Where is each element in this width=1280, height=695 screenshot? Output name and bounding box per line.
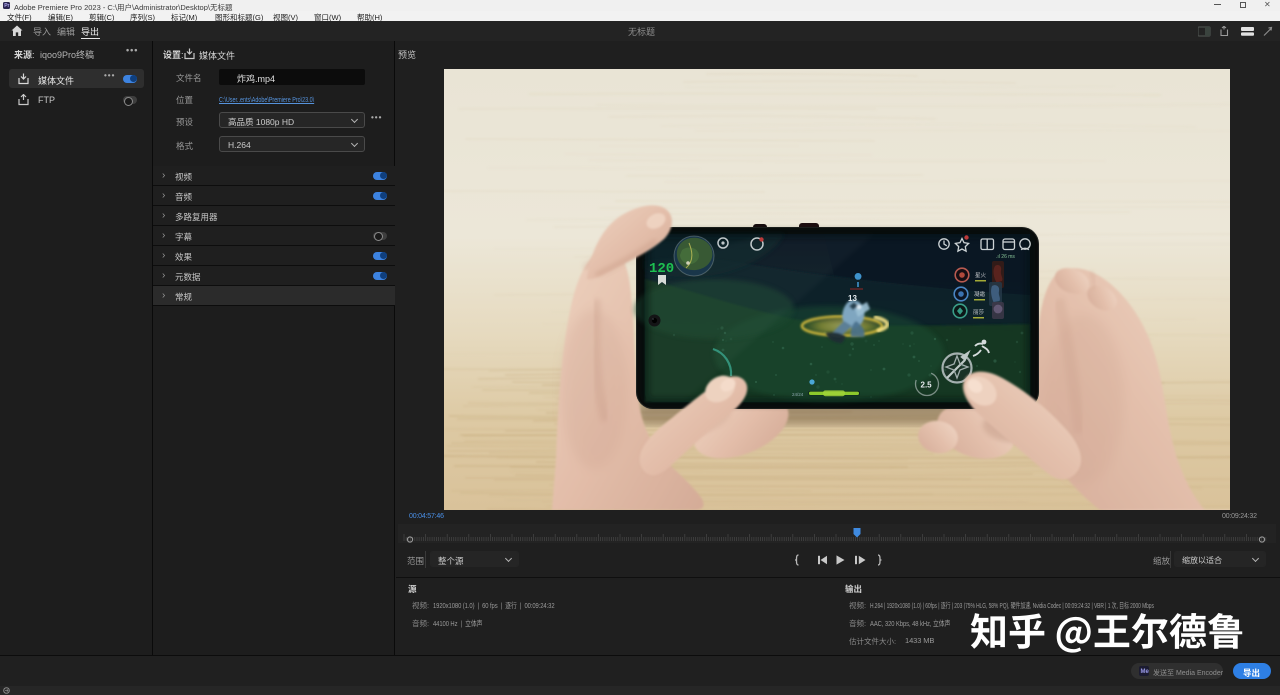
svg-text:星火: 星火 <box>975 271 987 279</box>
svg-text:凝霜: 凝霜 <box>974 290 986 298</box>
svg-text:120: 120 <box>649 261 674 277</box>
svg-text:24/24: 24/24 <box>792 392 804 397</box>
svg-text:13: 13 <box>848 294 857 303</box>
svg-text:丽莎: 丽莎 <box>973 308 985 316</box>
svg-text:2.5: 2.5 <box>921 381 933 390</box>
svg-text:.ıl 26 ms: .ıl 26 ms <box>996 254 1015 260</box>
